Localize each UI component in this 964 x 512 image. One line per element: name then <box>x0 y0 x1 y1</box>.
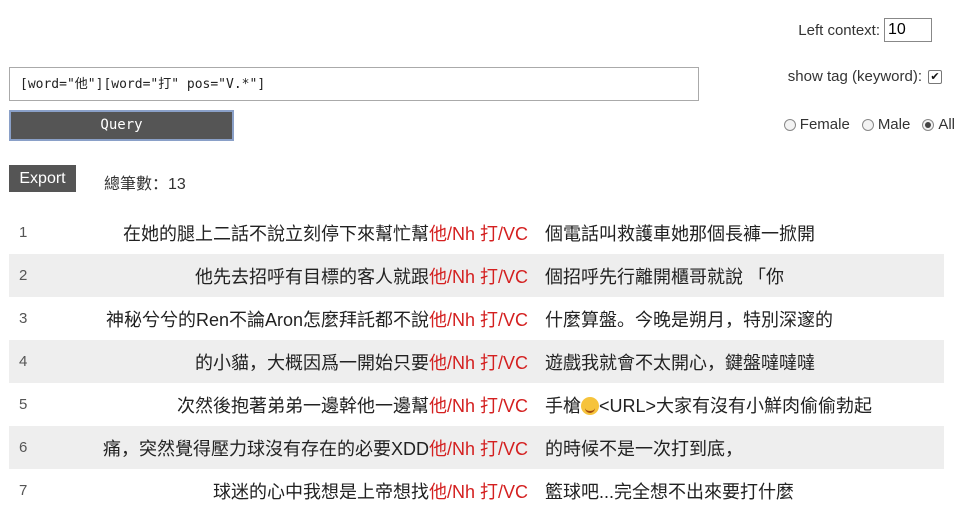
result-row: 4 的小貓，大概因爲一開始只要 他/Nh 打/VC 遊戲我就會不太開心，鍵盤噠噠… <box>9 340 944 383</box>
row-index: 5 <box>19 396 28 413</box>
row-index: 4 <box>19 353 28 370</box>
right-context-text: 遊戲我就會不太開心，鍵盤噠噠噠 <box>545 352 815 373</box>
left-context-text: 的小貓，大概因爲一開始只要 <box>195 352 429 373</box>
result-row: 5 次然後抱著弟弟一邊幹他一邊幫 他/Nh 打/VC 手槍 <URL>大家有沒有小… <box>9 383 944 426</box>
left-context-text: 在她的腿上二話不說立刻停下來幫忙幫 <box>123 223 429 244</box>
keyword: 他/Nh 打/VC <box>429 220 528 246</box>
keyword-2: 打/VC <box>480 266 529 287</box>
row-index: 1 <box>19 224 28 241</box>
right-context-text: 個電話叫救護車她那個長褲一掀開 <box>545 223 815 244</box>
results-list: 1 在她的腿上二話不說立刻停下來幫忙幫 他/Nh 打/VC 個電話叫救護車她那個… <box>9 211 944 512</box>
left-context-text: 球迷的心中我想是上帝想找 <box>213 481 429 502</box>
right-context-text: 個招呼先行離開櫃哥就說 「你 <box>545 266 784 287</box>
male-label: Male <box>877 116 911 133</box>
keyword-1: 他/Nh <box>429 481 476 502</box>
left-context-text: 痛，突然覺得壓力球沒有存在的必要XDD <box>102 438 429 459</box>
right-context-text: 籃球吧...完全想不出來要打什麼 <box>545 481 795 502</box>
result-row: 6 痛，突然覺得壓力球沒有存在的必要XDD 他/Nh 打/VC 的時候不是一次打… <box>9 426 944 469</box>
show-tag-checkbox[interactable]: ✔ <box>928 69 942 84</box>
all-radio[interactable] <box>922 118 935 131</box>
row-index: 6 <box>19 439 28 456</box>
keyword-2: 打/VC <box>480 395 529 416</box>
show-tag-control: show tag (keyword): ✔ <box>788 68 942 85</box>
keyword: 他/Nh 打/VC <box>429 263 528 289</box>
result-row: 2 他先去招呼有目標的客人就跟 他/Nh 打/VC 個招呼先行離開櫃哥就說 「你 <box>9 254 944 297</box>
result-row: 7 球迷的心中我想是上帝想找 他/Nh 打/VC 籃球吧...完全想不出來要打什… <box>9 469 944 512</box>
row-index: 7 <box>19 482 28 499</box>
row-index: 2 <box>19 267 28 284</box>
keyword: 他/Nh 打/VC <box>429 306 528 332</box>
all-label: All <box>938 116 955 133</box>
female-radio[interactable] <box>783 118 796 131</box>
keyword-2: 打/VC <box>480 481 529 502</box>
yum-face-icon <box>581 396 599 415</box>
keyword-1: 他/Nh <box>429 352 476 373</box>
keyword-2: 打/VC <box>480 223 529 244</box>
keyword-1: 他/Nh <box>429 223 476 244</box>
right-context-pre: 手槍 <box>545 395 581 416</box>
keyword-2: 打/VC <box>480 309 529 330</box>
left-context-input[interactable] <box>884 18 932 42</box>
female-label: Female <box>799 116 850 133</box>
row-index: 3 <box>19 310 28 327</box>
total-count: 總筆數：13 <box>104 176 186 193</box>
right-context-text: 什麼算盤。今晚是朔月，特別深邃的 <box>545 309 833 330</box>
result-row: 3 神秘兮兮的Ren不論Aron怎麼拜託都不說 他/Nh 打/VC 什麼算盤。今… <box>9 297 944 340</box>
keyword: 他/Nh 打/VC <box>429 349 528 375</box>
right-context-text: 的時候不是一次打到底， <box>545 438 743 459</box>
query-input[interactable]: [word="他"][word="打" pos="V.*"] <box>9 67 699 101</box>
gender-filter: Female Male All <box>783 116 955 133</box>
keyword-1: 他/Nh <box>429 395 476 416</box>
male-radio[interactable] <box>861 118 874 131</box>
result-row: 1 在她的腿上二話不說立刻停下來幫忙幫 他/Nh 打/VC 個電話叫救護車她那個… <box>9 211 944 254</box>
keyword-1: 他/Nh <box>429 309 476 330</box>
left-context-text: 神秘兮兮的Ren不論Aron怎麼拜託都不說 <box>105 309 429 330</box>
show-tag-label: show tag (keyword): <box>787 68 922 85</box>
keyword-1: 他/Nh <box>429 266 476 287</box>
query-button[interactable]: Query <box>9 110 234 141</box>
keyword: 他/Nh 打/VC <box>429 435 528 461</box>
keyword: 他/Nh 打/VC <box>429 478 528 504</box>
keyword-2: 打/VC <box>480 438 529 459</box>
right-context-text: 手槍 <URL>大家有沒有小鮮肉偷偷勃起 <box>545 392 872 418</box>
left-context-control: Left context: <box>798 18 932 42</box>
keyword: 他/Nh 打/VC <box>429 392 528 418</box>
left-context-text: 次然後抱著弟弟一邊幹他一邊幫 <box>177 395 429 416</box>
left-context-label: Left context: <box>798 21 880 39</box>
export-button[interactable]: Export <box>9 165 76 192</box>
left-context-text: 他先去招呼有目標的客人就跟 <box>195 266 429 287</box>
keyword-2: 打/VC <box>480 352 529 373</box>
keyword-1: 他/Nh <box>429 438 476 459</box>
right-context-post: <URL>大家有沒有小鮮肉偷偷勃起 <box>599 395 873 416</box>
